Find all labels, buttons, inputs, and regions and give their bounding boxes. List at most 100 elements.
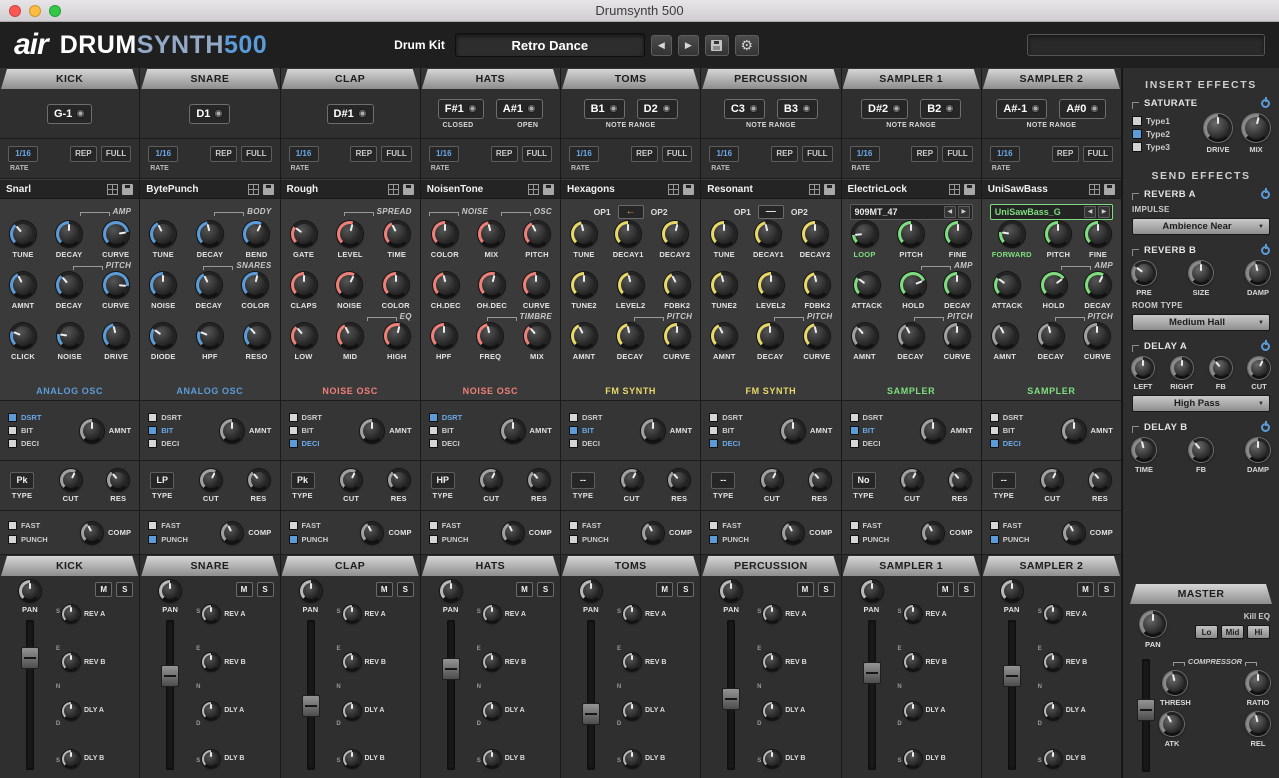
hpf-knob[interactable]: [431, 323, 457, 349]
filter-cut-knob[interactable]: [480, 469, 502, 491]
fine-knob[interactable]: [945, 221, 971, 247]
preset-browse-icon[interactable]: [528, 184, 539, 195]
fader-handle[interactable]: [442, 658, 460, 680]
degrade-deci-toggle[interactable]: DECI: [569, 439, 635, 448]
note-button[interactable]: D#1: [327, 104, 374, 124]
preset-bar[interactable]: Resonant: [701, 179, 840, 199]
freq-knob[interactable]: [477, 323, 503, 349]
rev-b-send-knob[interactable]: [763, 653, 781, 671]
punch-toggle[interactable]: PUNCH: [429, 535, 494, 544]
filter-type-button[interactable]: No: [852, 472, 876, 489]
preset-browse-icon[interactable]: [949, 184, 960, 195]
rep-button[interactable]: REP: [911, 146, 938, 162]
degrade-bit-toggle[interactable]: BIT: [429, 426, 495, 435]
note-button[interactable]: F#1: [438, 99, 484, 119]
checkbox[interactable]: [709, 413, 718, 422]
sample-select[interactable]: UniSawBass_G◀▶: [990, 204, 1113, 220]
saturate-power-button[interactable]: [1261, 99, 1270, 108]
rev-b-send-knob[interactable]: [343, 653, 361, 671]
pan-knob[interactable]: [861, 580, 883, 602]
checkbox[interactable]: [850, 535, 859, 544]
full-button[interactable]: FULL: [802, 146, 832, 162]
preset-bar[interactable]: ElectricLock: [842, 179, 981, 199]
rev-b-send-knob[interactable]: [483, 653, 501, 671]
curve-knob[interactable]: [944, 323, 970, 349]
fader-handle[interactable]: [582, 703, 600, 725]
preset-browse-icon[interactable]: [248, 184, 259, 195]
checkbox[interactable]: [990, 413, 999, 422]
preset-bar[interactable]: Rough: [281, 179, 420, 199]
note-button[interactable]: D2: [637, 99, 678, 119]
volume-fader[interactable]: [447, 620, 455, 770]
drive-knob[interactable]: [1204, 114, 1232, 142]
pan-knob[interactable]: [440, 580, 462, 602]
gate-knob[interactable]: [291, 221, 317, 247]
checkbox[interactable]: [8, 535, 17, 544]
comp-knob[interactable]: [642, 522, 664, 544]
op-routing-button[interactable]: —: [758, 205, 784, 219]
level2-knob[interactable]: [618, 272, 644, 298]
sample-prev-button[interactable]: ◀: [1084, 206, 1096, 218]
preset-browse-icon[interactable]: [809, 184, 820, 195]
solo-button[interactable]: S: [1098, 582, 1115, 597]
full-button[interactable]: FULL: [662, 146, 692, 162]
fine-knob[interactable]: [1085, 221, 1111, 247]
curve-knob[interactable]: [523, 272, 549, 298]
note-button[interactable]: C3: [724, 99, 765, 119]
noise-knob[interactable]: [336, 272, 362, 298]
decay-knob[interactable]: [1085, 272, 1111, 298]
pitch-knob[interactable]: [898, 221, 924, 247]
tune-knob[interactable]: [571, 221, 597, 247]
dly-a-send-knob[interactable]: [343, 702, 361, 720]
filter-res-knob[interactable]: [668, 469, 690, 491]
volume-fader[interactable]: [587, 620, 595, 770]
size-knob[interactable]: [1189, 261, 1213, 285]
master-fader-handle[interactable]: [1137, 699, 1155, 721]
checkbox[interactable]: [8, 413, 17, 422]
rep-button[interactable]: REP: [1052, 146, 1079, 162]
mute-button[interactable]: M: [937, 582, 954, 597]
decay-knob[interactable]: [56, 221, 82, 247]
diode-knob[interactable]: [150, 323, 176, 349]
degrade-deci-toggle[interactable]: DECI: [8, 439, 74, 448]
reso-knob[interactable]: [244, 323, 270, 349]
degrade-dsrt-toggle[interactable]: DSRT: [148, 413, 214, 422]
comp-knob[interactable]: [221, 522, 243, 544]
time-knob[interactable]: [1132, 438, 1156, 462]
checkbox[interactable]: [8, 521, 17, 530]
delay-b-power-button[interactable]: [1261, 423, 1270, 432]
master-pan-knob[interactable]: [1140, 611, 1166, 637]
minimize-button[interactable]: [29, 5, 41, 17]
degrade-deci-toggle[interactable]: DECI: [429, 439, 495, 448]
attack-knob[interactable]: [994, 272, 1020, 298]
amnt-knob[interactable]: [852, 323, 878, 349]
mix-knob[interactable]: [524, 323, 550, 349]
mix-knob[interactable]: [1242, 114, 1270, 142]
note-button[interactable]: B1: [584, 99, 625, 119]
preset-bar[interactable]: UniSawBass: [982, 179, 1121, 199]
checkbox[interactable]: [990, 439, 999, 448]
close-button[interactable]: [9, 5, 21, 17]
punch-toggle[interactable]: PUNCH: [709, 535, 774, 544]
checkbox[interactable]: [289, 426, 298, 435]
filter-cut-knob[interactable]: [621, 469, 643, 491]
preset-bar[interactable]: BytePunch: [140, 179, 279, 199]
dly-b-send-knob[interactable]: [343, 750, 361, 768]
tune-knob[interactable]: [711, 221, 737, 247]
rev-a-send-knob[interactable]: [1044, 605, 1062, 623]
noise-knob[interactable]: [150, 272, 176, 298]
dly-b-send-knob[interactable]: [623, 750, 641, 768]
solo-button[interactable]: S: [958, 582, 975, 597]
comp-knob[interactable]: [81, 522, 103, 544]
type3-checkbox[interactable]: [1132, 142, 1142, 152]
solo-button[interactable]: S: [116, 582, 133, 597]
delay-filter-select[interactable]: High Pass ▼: [1132, 395, 1270, 412]
rev-a-send-knob[interactable]: [202, 605, 220, 623]
mute-button[interactable]: M: [376, 582, 393, 597]
noise-knob[interactable]: [57, 323, 83, 349]
curve-knob[interactable]: [1084, 323, 1110, 349]
filter-type-button[interactable]: --: [711, 472, 735, 489]
mute-button[interactable]: M: [1077, 582, 1094, 597]
fader-handle[interactable]: [302, 695, 320, 717]
type2-checkbox[interactable]: [1132, 129, 1142, 139]
